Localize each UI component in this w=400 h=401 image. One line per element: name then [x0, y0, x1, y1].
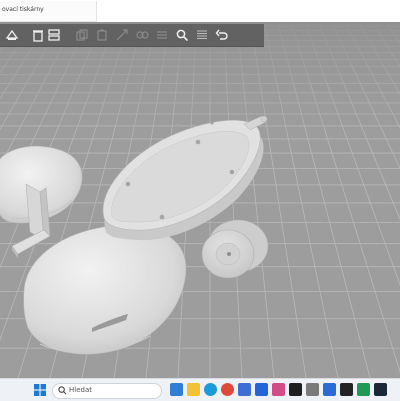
edge-app-icon[interactable]	[204, 383, 217, 396]
mail-app-icon[interactable]	[323, 383, 336, 396]
taskbar-search-box[interactable]: Hledat	[52, 383, 162, 399]
paste-icon	[97, 29, 107, 41]
store-app-icon[interactable]	[238, 383, 251, 396]
delete-icon	[33, 30, 43, 42]
settings-app-icon[interactable]	[306, 383, 319, 396]
3d-viewport[interactable]	[0, 22, 400, 378]
scale-button[interactable]	[114, 27, 130, 43]
taskbar-search-placeholder: Hledat	[69, 386, 92, 394]
undo-button[interactable]	[214, 27, 230, 43]
paste-button[interactable]	[94, 27, 110, 43]
photos-app-icon[interactable]	[272, 383, 285, 396]
bambu-app-icon[interactable]	[357, 383, 370, 396]
dropbox-app-icon[interactable]	[255, 383, 268, 396]
toolbar	[0, 24, 264, 47]
window-tab-label: ovací tiskárny	[2, 6, 44, 13]
layers-icon	[197, 30, 207, 40]
build-plate-scene	[0, 22, 400, 378]
arrange-icon	[48, 29, 60, 41]
scale-icon	[116, 29, 128, 41]
variable-layer-button[interactable]	[154, 27, 170, 43]
delete-button[interactable]	[30, 27, 46, 43]
slicer-window: ovací tiskárny Hledat	[0, 0, 400, 401]
steam-app-icon[interactable]	[374, 383, 387, 396]
undo-icon	[215, 29, 228, 40]
chrome-app-icon[interactable]	[221, 383, 234, 396]
split-button[interactable]	[134, 27, 150, 43]
add-object-button[interactable]	[4, 27, 20, 43]
terminal-app-icon[interactable]	[340, 383, 353, 396]
arrange-button[interactable]	[46, 27, 62, 43]
copy-button[interactable]	[74, 27, 90, 43]
slicer-app-icon[interactable]	[289, 383, 302, 396]
variable-layer-icon	[157, 31, 167, 39]
title-tab-strip: ovací tiskárny	[0, 0, 400, 22]
search-button[interactable]	[174, 27, 190, 43]
windows-taskbar: Hledat	[0, 378, 400, 401]
widgets-app-icon[interactable]	[170, 383, 183, 396]
search-icon	[176, 29, 189, 42]
window-tab[interactable]: ovací tiskárny	[0, 1, 97, 22]
layers-button[interactable]	[194, 27, 210, 43]
taskbar-search-icon	[58, 386, 67, 395]
copy-icon	[76, 29, 88, 41]
split-icon	[136, 31, 149, 39]
add-object-icon	[5, 29, 19, 40]
file-explorer-app-icon[interactable]	[187, 383, 200, 396]
windows-start-icon[interactable]	[34, 384, 46, 396]
